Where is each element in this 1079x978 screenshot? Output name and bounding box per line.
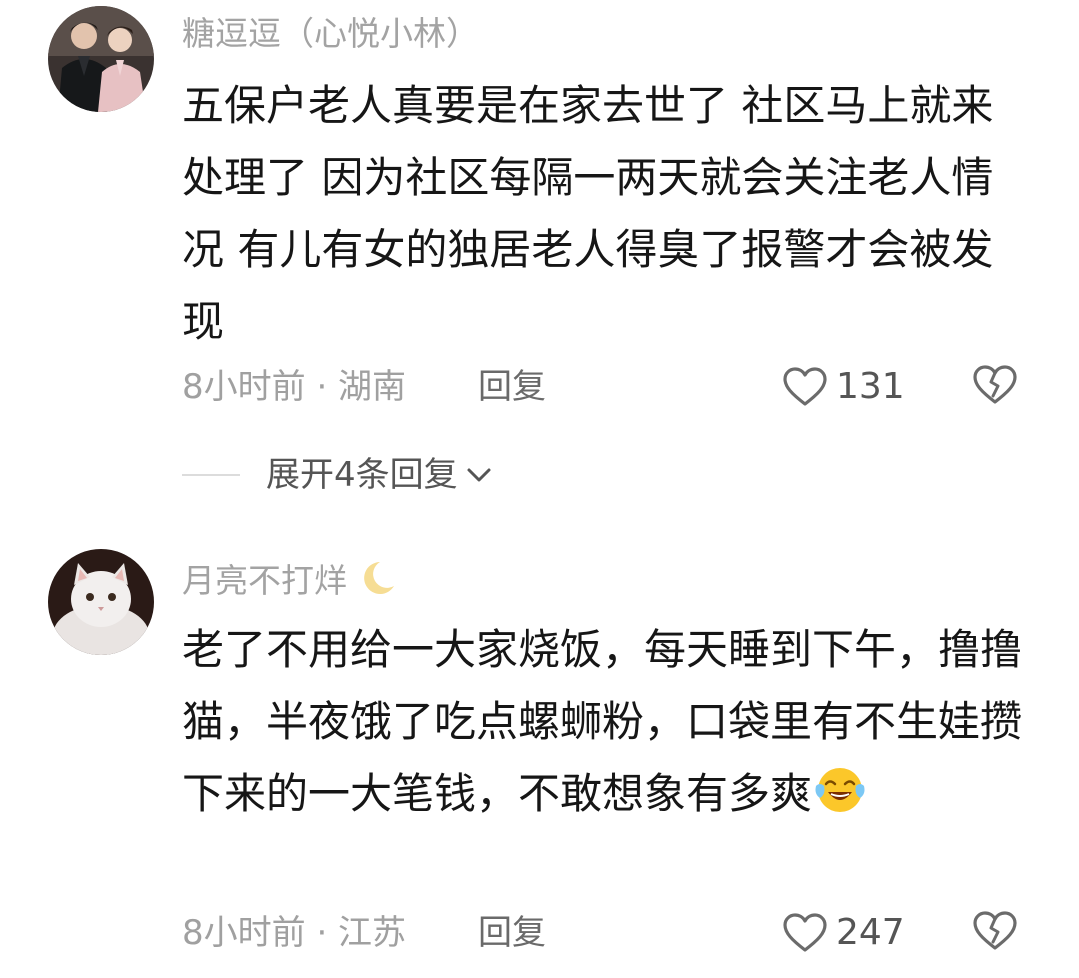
avatar[interactable] bbox=[48, 549, 154, 655]
like-button[interactable]: 247 bbox=[782, 908, 905, 958]
crescent-moon-icon bbox=[363, 562, 394, 594]
comment-item: 月亮不打烊 老了不用给一大家烧饭，每天睡到下午，撸撸猫，半夜饿了吃点螺蛳粉，口袋… bbox=[0, 540, 1079, 978]
like-button[interactable]: 131 bbox=[782, 362, 905, 412]
like-count: 131 bbox=[836, 366, 905, 407]
dislike-button[interactable] bbox=[972, 364, 1018, 415]
expand-replies-button[interactable]: 展开4条回复 bbox=[182, 450, 492, 500]
time-location: 8小时前 · 湖南 bbox=[182, 367, 407, 407]
username-text: 月亮不打烊 bbox=[182, 561, 347, 600]
dislike-button[interactable] bbox=[972, 910, 1018, 961]
like-count: 247 bbox=[836, 912, 905, 953]
comment-text: 老了不用给一大家烧饭，每天睡到下午，撸撸猫，半夜饿了吃点螺蛳粉，口袋里有不生娃攒… bbox=[182, 614, 1022, 830]
username[interactable]: 月亮不打烊 bbox=[182, 558, 398, 601]
comment-text-body: 老了不用给一大家烧饭，每天睡到下午，撸撸猫，半夜饿了吃点螺蛳粉，口袋里有不生娃攒… bbox=[182, 625, 1023, 818]
heart-icon bbox=[783, 367, 827, 406]
crying-laughing-face-icon bbox=[815, 768, 865, 812]
broken-heart-icon bbox=[973, 365, 1017, 404]
avatar[interactable] bbox=[48, 6, 154, 112]
two-men-photo-icon bbox=[48, 6, 154, 112]
divider bbox=[182, 474, 240, 476]
reply-button[interactable]: 回复 bbox=[478, 362, 546, 412]
chevron-down-icon bbox=[467, 468, 491, 482]
comment-item: 糖逗逗（心悦小林） 五保户老人真要是在家去世了 社区马上就来处理了 因为社区每隔… bbox=[0, 0, 1079, 500]
white-persian-cat-photo-icon bbox=[48, 549, 154, 655]
comment-meta: 8小时前 · 江苏 回复 247 bbox=[182, 908, 1039, 958]
comment-meta: 8小时前 · 湖南 回复 131 bbox=[182, 362, 1039, 412]
heart-icon bbox=[783, 913, 827, 952]
username[interactable]: 糖逗逗（心悦小林） bbox=[182, 14, 479, 54]
reply-button[interactable]: 回复 bbox=[478, 908, 546, 958]
expand-replies-label: 展开4条回复 bbox=[266, 455, 458, 495]
comment-text: 五保户老人真要是在家去世了 社区马上就来处理了 因为社区每隔一两天就会关注老人情… bbox=[182, 81, 994, 346]
time-location: 8小时前 · 江苏 bbox=[182, 913, 407, 953]
broken-heart-icon bbox=[973, 911, 1017, 950]
